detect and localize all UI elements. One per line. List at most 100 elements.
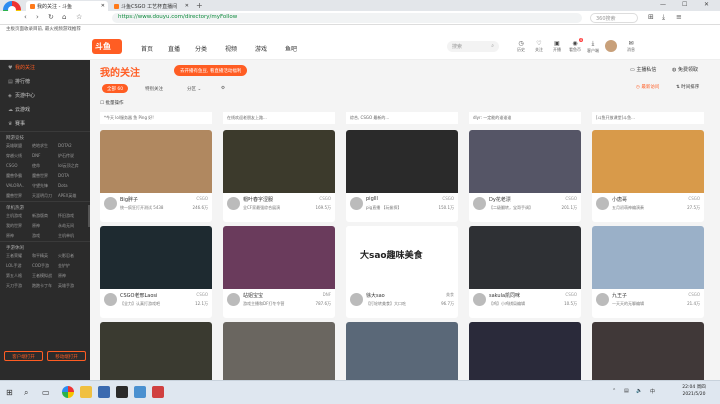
follow-card[interactable]: 小唐哥 CSGO 五月初萌神编演奏 27.5万 bbox=[592, 130, 704, 222]
sidebar-category-item[interactable]: 炉石传说 bbox=[58, 153, 84, 159]
site-search-input[interactable]: 搜索 ⌕ bbox=[447, 41, 499, 52]
stream-thumbnail[interactable] bbox=[592, 322, 704, 380]
sidebar-category-item[interactable]: 主机单机 bbox=[58, 233, 84, 239]
sidebar-category-item[interactable]: 原神 bbox=[6, 233, 32, 239]
bookmarks-text[interactable]: 主板页面收录目前, 最火视频游戏推荐 bbox=[6, 27, 81, 32]
sidebar-category-item[interactable]: 魔兽世界 bbox=[32, 173, 58, 179]
top-row-item[interactable]: [斗鱼开放课堂]斗鱼... bbox=[592, 112, 704, 124]
streamer-avatar[interactable] bbox=[227, 293, 240, 306]
app-red-icon[interactable] bbox=[152, 386, 164, 398]
sidebar-category-item[interactable]: 跑跑卡丁车 bbox=[32, 283, 58, 289]
nav-video[interactable]: 视频 bbox=[225, 44, 237, 53]
menu-icon[interactable]: ≡ bbox=[676, 13, 682, 21]
stream-thumbnail[interactable] bbox=[346, 130, 458, 193]
stream-thumbnail[interactable] bbox=[100, 322, 212, 380]
client-button[interactable]: ⤓ 客户端 bbox=[584, 40, 602, 54]
search-icon[interactable]: ⌕ bbox=[491, 43, 494, 49]
follow-card[interactable] bbox=[592, 322, 704, 380]
follow-button[interactable]: ♡ 关注 bbox=[530, 40, 548, 53]
sidebar-category-item[interactable]: 永劫无间 bbox=[58, 223, 84, 229]
chevron-up-icon[interactable]: ⌃ bbox=[612, 388, 616, 394]
sidebar-category-item[interactable]: COD手游 bbox=[32, 263, 58, 269]
sidebar-category-item[interactable]: 新游版商 bbox=[32, 213, 58, 219]
filter-all[interactable]: 全部 60 bbox=[102, 84, 129, 93]
forward-icon[interactable]: › bbox=[36, 13, 39, 21]
extensions-icon[interactable]: ⊞ bbox=[648, 13, 654, 21]
sidebar-item-esports[interactable]: ♛ 赛事 bbox=[0, 116, 90, 130]
stream-thumbnail[interactable] bbox=[469, 322, 581, 380]
sort-time[interactable]: ⇅ 时间排序 bbox=[676, 84, 699, 90]
browser-search-input[interactable]: 360搜索 bbox=[590, 13, 638, 23]
app-icon[interactable] bbox=[98, 386, 110, 398]
follow-card[interactable]: Big胖子 CSGO 统一疯狂打开测试 5438 246.6万 bbox=[100, 130, 212, 222]
sidebar-category-item[interactable]: 主机游戏 bbox=[6, 213, 32, 219]
obs-icon[interactable] bbox=[116, 386, 128, 398]
sidebar-category-item[interactable]: 守望先锋 bbox=[32, 183, 58, 189]
qq-icon[interactable] bbox=[134, 386, 146, 398]
sidebar-item-my-follow[interactable]: ♥ 我的关注 bbox=[0, 60, 90, 74]
sidebar-category-item[interactable]: 和平精英 bbox=[32, 253, 58, 259]
sidebar-category-item[interactable]: 第五人格 bbox=[6, 273, 32, 279]
360-browser-taskbar-icon[interactable] bbox=[62, 386, 74, 398]
url-input[interactable]: https://www.douyu.com/directory/myFollow bbox=[112, 13, 582, 23]
download-icon[interactable]: ⤓ bbox=[662, 13, 665, 22]
close-window-icon[interactable]: ✕ bbox=[704, 1, 709, 8]
follow-card[interactable] bbox=[346, 322, 458, 380]
sidebar-category-item[interactable]: LOL手游 bbox=[6, 263, 32, 269]
filter-zone[interactable]: 分区 ⌄ bbox=[182, 84, 206, 93]
sidebar-category-item[interactable]: 天刀手游 bbox=[6, 283, 32, 289]
sidebar-category-item[interactable]: 原神 bbox=[32, 223, 58, 229]
promo-banner[interactable]: 去开播有鱼豆, 看直播活动福利 bbox=[174, 65, 248, 76]
sidebar-category-item[interactable]: 火影忍者 bbox=[58, 253, 84, 259]
stream-thumbnail[interactable] bbox=[100, 226, 212, 289]
filter-special[interactable]: 特别关注 bbox=[140, 84, 168, 93]
sidebar-item-webgames[interactable]: ◈ 页游中心 bbox=[0, 88, 90, 102]
close-icon[interactable]: ✕ bbox=[101, 3, 105, 9]
taskbar-clock[interactable]: 22:04 周四 2021/5/20 bbox=[672, 384, 716, 398]
nav-live[interactable]: 直播 bbox=[168, 44, 180, 53]
refresh-icon[interactable]: ↻ bbox=[48, 13, 54, 21]
stream-thumbnail[interactable] bbox=[223, 226, 335, 289]
volume-icon[interactable]: 🔈 bbox=[636, 388, 642, 394]
stream-thumbnail[interactable]: 大sao趣味美食 bbox=[346, 226, 458, 289]
user-avatar[interactable] bbox=[605, 40, 617, 52]
streamer-avatar[interactable] bbox=[350, 197, 363, 210]
stream-thumbnail[interactable] bbox=[592, 130, 704, 193]
nav-category[interactable]: 分类 bbox=[195, 44, 207, 53]
open-client-button[interactable]: 客户端打开 bbox=[4, 351, 43, 361]
follow-card[interactable]: CSGO老邢Laosi CSGO 【全力】认真打游戏吧 12.1万 bbox=[100, 226, 212, 318]
sidebar-category-item[interactable]: VALORA.. bbox=[6, 183, 32, 189]
sidebar-category-item[interactable]: 绝地求生 bbox=[32, 143, 58, 149]
fishcoin-button[interactable]: ◉ 看鱼币 4 bbox=[566, 38, 584, 53]
message-button[interactable]: ✉ 消息 bbox=[622, 40, 640, 53]
sidebar-category-item[interactable]: CSGO bbox=[6, 163, 32, 169]
follow-card[interactable] bbox=[223, 322, 335, 380]
stream-thumbnail[interactable] bbox=[592, 226, 704, 289]
ime-icon[interactable]: 中 bbox=[650, 388, 655, 395]
nav-fishbar[interactable]: 鱼吧 bbox=[285, 44, 297, 53]
stream-thumbnail[interactable] bbox=[100, 130, 212, 193]
streamer-avatar[interactable] bbox=[104, 293, 117, 306]
follow-card[interactable]: sakula凯同咪 CSGO 【鸡】小鸡棋局编辑 10.5万 bbox=[469, 226, 581, 318]
follow-card[interactable]: Dy花老漂 CSGO 【二级翻转，宝哥手调】 201.1万 bbox=[469, 130, 581, 222]
top-row-item[interactable]: *今天 lol服务器 鱼 Ping 好! bbox=[100, 112, 212, 124]
search-icon[interactable]: ⌕ bbox=[24, 388, 28, 398]
sidebar-category-item[interactable]: 使命 bbox=[32, 163, 58, 169]
sidebar-category-item[interactable]: 天涯明月刀 bbox=[32, 193, 58, 199]
sidebar-category-item[interactable]: APEX英雄 bbox=[58, 193, 84, 199]
sidebar-category-item[interactable]: 英雄联盟 bbox=[6, 143, 32, 149]
anchor-message-link[interactable]: ▭ 主播私信 bbox=[630, 66, 656, 73]
windows-start-icon[interactable]: ⊞ bbox=[6, 388, 13, 397]
top-row-item[interactable]: dlyr: 一定能的谁谁谁 bbox=[469, 112, 581, 124]
new-tab-button[interactable]: + bbox=[196, 1, 203, 10]
batch-operate-button[interactable]: ☐ 批量操作 bbox=[100, 100, 123, 106]
task-view-icon[interactable]: ▭ bbox=[42, 388, 50, 397]
sidebar-category-item[interactable]: 英雄手游 bbox=[58, 283, 84, 289]
star-icon[interactable]: ☆ bbox=[76, 13, 82, 21]
sidebar-category-item[interactable]: 金铲铲 bbox=[58, 263, 84, 269]
stream-thumbnail[interactable] bbox=[469, 130, 581, 193]
streamer-avatar[interactable] bbox=[350, 293, 363, 306]
sidebar-item-cloud[interactable]: ☁ 云游戏 bbox=[0, 102, 90, 116]
sidebar-category-item[interactable]: 穿越火线 bbox=[6, 153, 32, 159]
top-row-item[interactable]: 在线欢迎老朋友上路... bbox=[223, 112, 335, 124]
